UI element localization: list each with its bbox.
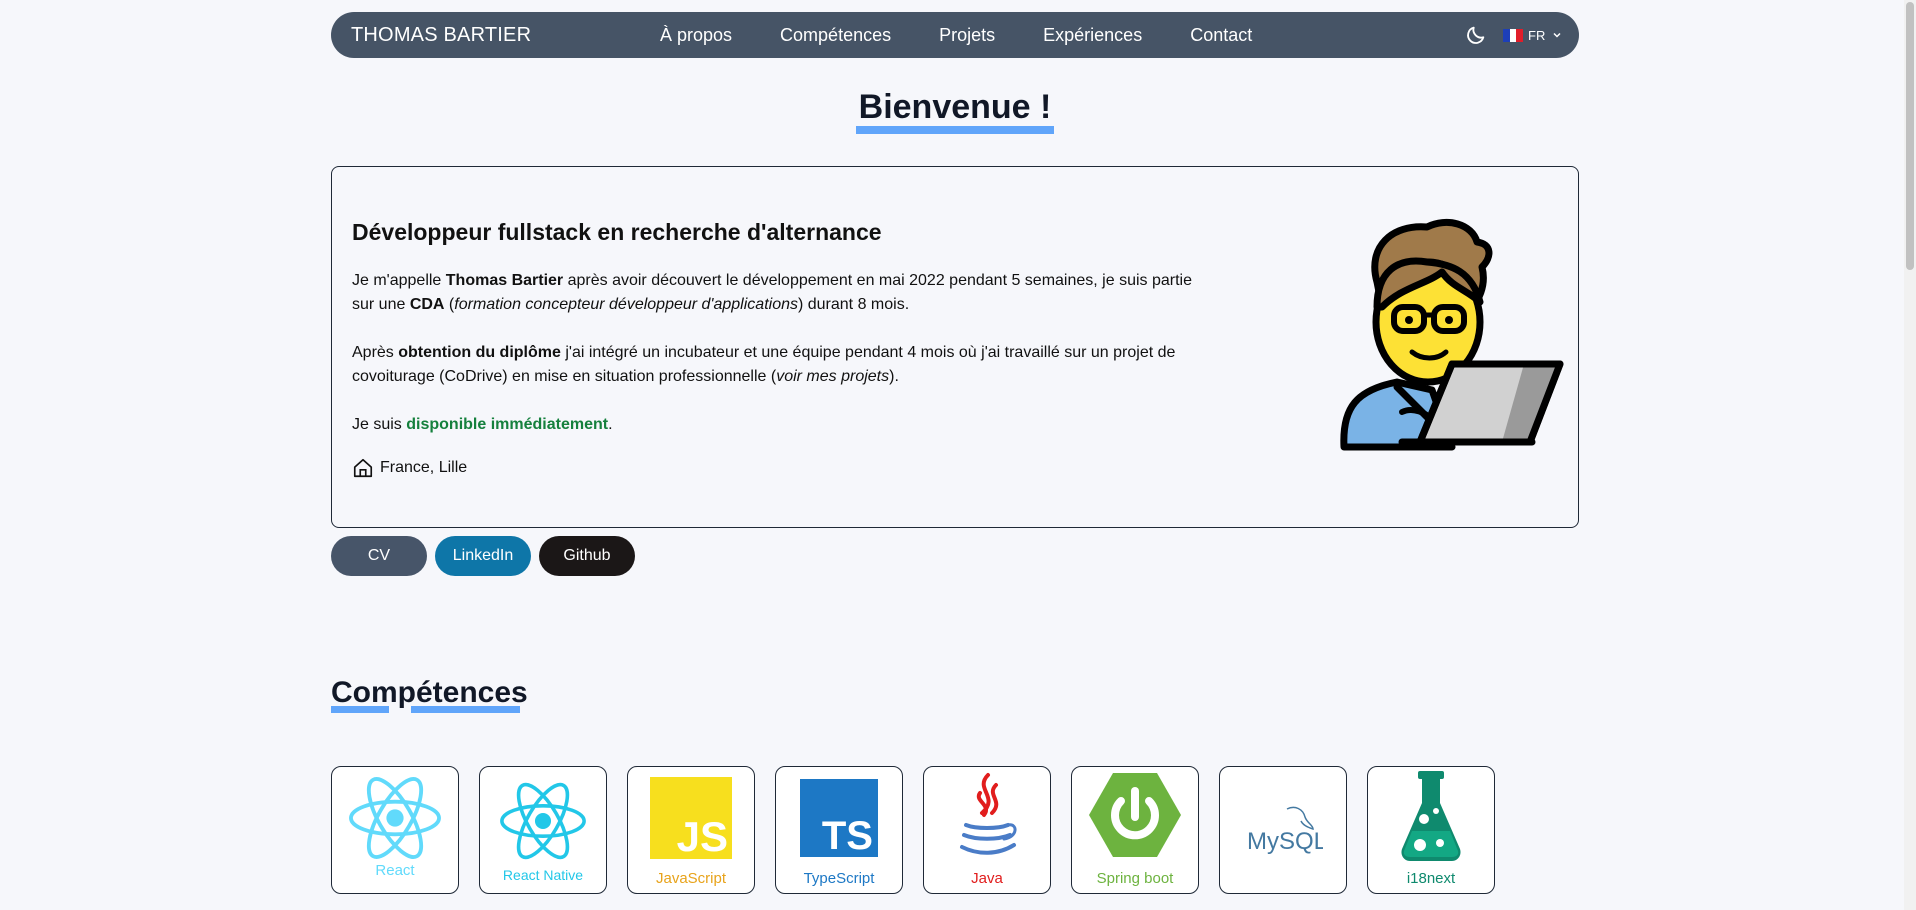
- navbar: THOMAS BARTIER À propos Compétences Proj…: [331, 12, 1579, 58]
- intro-paragraph-3: Je suis disponible immédiatement.: [352, 416, 613, 433]
- intro-card: Développeur fullstack en recherche d'alt…: [331, 166, 1579, 528]
- skill-card-react-native[interactable]: React Native: [479, 766, 607, 894]
- skill-label: Java: [971, 870, 1003, 887]
- github-button[interactable]: Github: [539, 536, 635, 576]
- javascript-logo-icon: JS: [650, 777, 732, 859]
- nav-link-about[interactable]: À propos: [660, 25, 732, 46]
- java-logo-icon: [960, 773, 1017, 855]
- page-scrollbar[interactable]: [1904, 0, 1916, 910]
- skills-underline: [331, 706, 389, 713]
- developer-avatar-illustration: [1340, 218, 1564, 451]
- linkedin-button[interactable]: LinkedIn: [435, 536, 531, 576]
- nav-link-contact[interactable]: Contact: [1190, 25, 1252, 46]
- skill-card-javascript[interactable]: JS JavaScript: [627, 766, 755, 894]
- chevron-down-icon: [1553, 32, 1561, 38]
- nav-link-skills[interactable]: Compétences: [780, 25, 891, 46]
- skill-card-mysql[interactable]: MySQL: [1219, 766, 1347, 894]
- skills-list: React React Native JS JavaScript TS Type…: [331, 766, 1495, 894]
- home-icon: [353, 458, 373, 478]
- react-logo-icon: [349, 777, 441, 859]
- intro-title: Développeur fullstack en recherche d'alt…: [352, 219, 882, 245]
- location: France, Lille: [352, 457, 467, 479]
- cv-button[interactable]: CV: [331, 536, 427, 576]
- language-selector[interactable]: FR: [1503, 12, 1562, 58]
- mysql-logo-text: MySQL: [1247, 828, 1323, 855]
- skill-card-spring-boot[interactable]: Spring boot: [1071, 766, 1199, 894]
- spring-boot-logo-icon: [1089, 773, 1181, 857]
- skill-label: TypeScript: [803, 870, 875, 887]
- mysql-logo-icon: MySQL: [1247, 806, 1323, 855]
- welcome-heading: Bienvenue !: [858, 88, 1052, 126]
- skill-card-java[interactable]: Java: [923, 766, 1051, 894]
- skills-underline: [411, 706, 520, 713]
- nav-link-projects[interactable]: Projets: [939, 25, 995, 46]
- french-flag-icon: [1503, 28, 1524, 42]
- location-text: France, Lille: [380, 459, 468, 476]
- i18next-logo-icon: [1401, 771, 1461, 861]
- svg-text:TS: TS: [822, 814, 873, 857]
- skill-card-react[interactable]: React: [331, 766, 459, 894]
- language-label: FR: [1528, 27, 1546, 43]
- moon-icon[interactable]: [1465, 24, 1487, 46]
- nav-link-experiences[interactable]: Expériences: [1043, 25, 1142, 46]
- intro-paragraph-1: Je m'appelle Thomas Bartier après avoir …: [352, 272, 1192, 313]
- skill-label: React Native: [502, 867, 584, 883]
- scrollbar-thumb[interactable]: [1906, 2, 1914, 270]
- welcome-underline: [856, 126, 1054, 134]
- skill-label: JavaScript: [655, 870, 727, 887]
- skill-label: Spring boot: [1096, 870, 1174, 887]
- skill-label: i18next: [1406, 870, 1456, 887]
- intro-paragraph-2: Après obtention du diplôme j'ai intégré …: [352, 344, 1176, 385]
- svg-text:JS: JS: [677, 813, 728, 859]
- skill-label: React: [375, 862, 415, 879]
- skill-card-i18next[interactable]: i18next: [1367, 766, 1495, 894]
- skills-heading: Compétences: [331, 676, 528, 709]
- react-native-logo-icon: [500, 782, 586, 860]
- skill-card-typescript[interactable]: TS TypeScript: [775, 766, 903, 894]
- typescript-logo-icon: TS: [800, 779, 878, 857]
- brand-name[interactable]: THOMAS BARTIER: [351, 12, 531, 58]
- nav-links: À propos Compétences Projets Expériences…: [660, 12, 1252, 58]
- link-buttons: CV LinkedIn Github: [331, 536, 635, 576]
